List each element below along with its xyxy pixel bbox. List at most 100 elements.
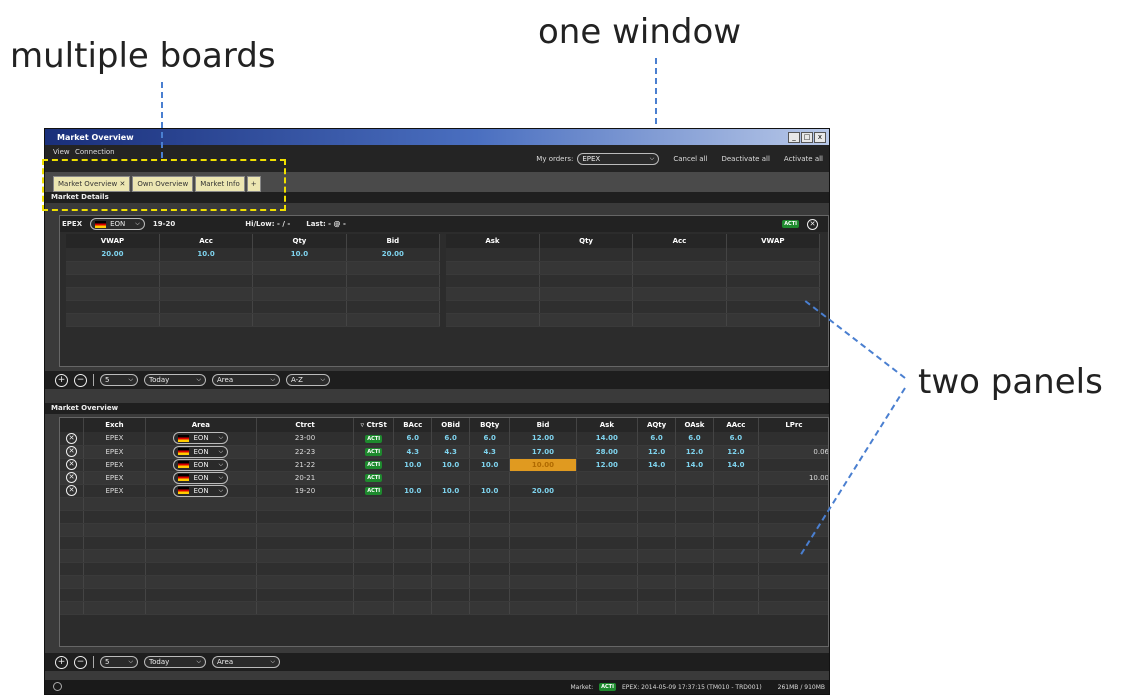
table-row[interactable]: [60, 523, 828, 537]
table-row[interactable]: [60, 588, 828, 602]
tab-market-overview[interactable]: Market Overview ✕: [53, 176, 131, 192]
col-bid[interactable]: Bid: [509, 418, 577, 432]
row-area-select[interactable]: EON ⌵: [173, 432, 229, 445]
add-circle-icon[interactable]: +: [55, 655, 68, 669]
row-area-select[interactable]: EON ⌵: [173, 458, 229, 471]
table-row[interactable]: [66, 274, 441, 288]
overview-depth-select[interactable]: 5 ⌵: [100, 656, 138, 668]
minimize-button[interactable]: _: [788, 131, 800, 143]
cell-status: ACTI: [353, 458, 395, 472]
col-bacc[interactable]: BAcc: [393, 418, 433, 432]
table-row[interactable]: [446, 248, 821, 262]
col-vwap[interactable]: VWAP: [726, 234, 821, 248]
col-bid[interactable]: Bid: [346, 234, 441, 248]
col-lprc[interactable]: LPrc: [758, 418, 828, 432]
table-row[interactable]: 20.00 10.0 10.0 20.00: [66, 248, 441, 262]
tab-market-info[interactable]: Market Info: [195, 176, 245, 192]
table-row[interactable]: [60, 536, 828, 550]
col-remove: [60, 418, 85, 432]
orders-toolbar: My orders: EPEX ⌵ Cancel all Deactivate a…: [536, 145, 829, 172]
col-aqty[interactable]: AQty: [637, 418, 677, 432]
activate-all-button[interactable]: Activate all: [784, 155, 823, 163]
cell-aacc: [713, 484, 759, 498]
table-row[interactable]: ✕ EPEX EON ⌵ 23-00 ACTI 6.0 6.0 6.0 12.00 14.00 6.0…: [60, 432, 828, 446]
col-acc[interactable]: Acc: [159, 234, 254, 248]
menu-connection[interactable]: Connection: [75, 148, 115, 156]
table-row[interactable]: ✕ EPEX EON ⌵ 21-22 ACTI 10.0 10.0 10.0 10.00 12.00…: [60, 458, 828, 472]
col-bqty[interactable]: BQty: [469, 418, 511, 432]
col-ask[interactable]: Ask: [446, 234, 540, 248]
cell-exch: EPEX: [83, 445, 146, 459]
close-button[interactable]: x: [814, 131, 826, 143]
table-row[interactable]: [60, 510, 828, 524]
remove-circle-icon[interactable]: ✕: [66, 432, 78, 444]
col-area[interactable]: Area: [145, 418, 258, 432]
details-sort-select[interactable]: A-Z ⌵: [286, 374, 330, 386]
tab-own-overview[interactable]: Own Overview: [132, 176, 194, 192]
deactivate-all-button[interactable]: Deactivate all: [721, 155, 769, 163]
table-row[interactable]: [446, 261, 821, 275]
row-area-select[interactable]: EON ⌵: [173, 471, 229, 484]
details-depth-select[interactable]: 5 ⌵: [100, 374, 138, 386]
col-aacc[interactable]: AAcc: [713, 418, 759, 432]
chevron-down-icon: ⌵: [218, 486, 224, 494]
overview-control-bar: + − 5 ⌵ Today ⌵ Area ⌵: [45, 653, 829, 671]
details-area-select[interactable]: EON ⌵: [90, 218, 145, 230]
table-row[interactable]: ✕ EPEX EON ⌵ 19-20 ACTI 10.0 10.0 10.0 20.00: [60, 484, 828, 498]
col-vwap[interactable]: VWAP: [66, 234, 160, 248]
add-tab-button[interactable]: +: [246, 176, 261, 192]
cell-bqty: 4.3: [469, 445, 511, 459]
row-area-select[interactable]: EON ⌵: [173, 484, 229, 497]
table-row[interactable]: [60, 549, 828, 563]
table-row[interactable]: [446, 313, 821, 327]
status-memory: 261MB / 910MB: [777, 683, 825, 691]
table-row[interactable]: [66, 300, 441, 314]
details-day-select[interactable]: Today ⌵: [144, 374, 206, 386]
contract-status-badge: ACTI: [365, 474, 383, 482]
details-area-filter-select[interactable]: Area ⌵: [212, 374, 280, 386]
col-oask[interactable]: OAsk: [675, 418, 714, 432]
cell-oask: [675, 484, 714, 498]
maximize-button[interactable]: □: [801, 131, 813, 143]
table-row[interactable]: [60, 601, 828, 615]
col-qty[interactable]: Qty: [252, 234, 347, 248]
cell-status: ACTI: [353, 484, 395, 498]
chevron-down-icon: ⌵: [218, 473, 224, 481]
col-ctrct[interactable]: Ctrct: [256, 418, 355, 432]
cell-bqty: 10.0: [469, 458, 511, 472]
table-row[interactable]: [66, 261, 441, 275]
col-obid[interactable]: OBid: [431, 418, 471, 432]
close-circle-icon[interactable]: ✕: [807, 218, 818, 230]
orders-exchange-select[interactable]: EPEX ⌵: [577, 152, 660, 165]
remove-circle-icon[interactable]: −: [74, 655, 87, 669]
table-row[interactable]: [60, 497, 828, 511]
col-qty[interactable]: Qty: [539, 234, 634, 248]
remove-circle-icon[interactable]: ✕: [66, 472, 78, 483]
table-row[interactable]: [446, 287, 821, 301]
market-details-panel: EPEX EON ⌵ 19-20 Hi/Low: - / - Last: - @…: [59, 215, 829, 367]
table-row[interactable]: ✕ EPEX EON ⌵ 22-23 ACTI 4.3 4.3 4.3 17.00 28.00 12.…: [60, 445, 828, 459]
table-row[interactable]: ✕ EPEX EON ⌵ 20-21 ACTI 10.00: [60, 471, 828, 485]
table-row[interactable]: [446, 300, 821, 314]
col-exch[interactable]: Exch: [83, 418, 146, 432]
col-acc[interactable]: Acc: [632, 234, 727, 248]
overview-area-select[interactable]: Area ⌵: [212, 656, 280, 668]
row-area-select[interactable]: EON ⌵: [173, 445, 229, 458]
menu-view[interactable]: View: [53, 148, 70, 156]
table-row[interactable]: [446, 274, 821, 288]
add-circle-icon[interactable]: +: [55, 373, 68, 387]
table-row[interactable]: [60, 575, 828, 589]
col-ctrst[interactable]: ▿ CtrSt: [353, 418, 395, 432]
table-row[interactable]: [66, 313, 441, 327]
cell-obid: 6.0: [431, 432, 471, 446]
col-ask[interactable]: Ask: [576, 418, 639, 432]
remove-circle-icon[interactable]: ✕: [66, 446, 78, 457]
remove-circle-icon[interactable]: ✕: [66, 459, 78, 470]
table-row[interactable]: [66, 287, 441, 301]
cell-oask: 6.0: [675, 432, 714, 446]
remove-circle-icon[interactable]: −: [74, 373, 87, 387]
overview-day-select[interactable]: Today ⌵: [144, 656, 206, 668]
table-row[interactable]: [60, 562, 828, 576]
cancel-all-button[interactable]: Cancel all: [673, 155, 707, 163]
remove-circle-icon[interactable]: ✕: [66, 485, 78, 496]
